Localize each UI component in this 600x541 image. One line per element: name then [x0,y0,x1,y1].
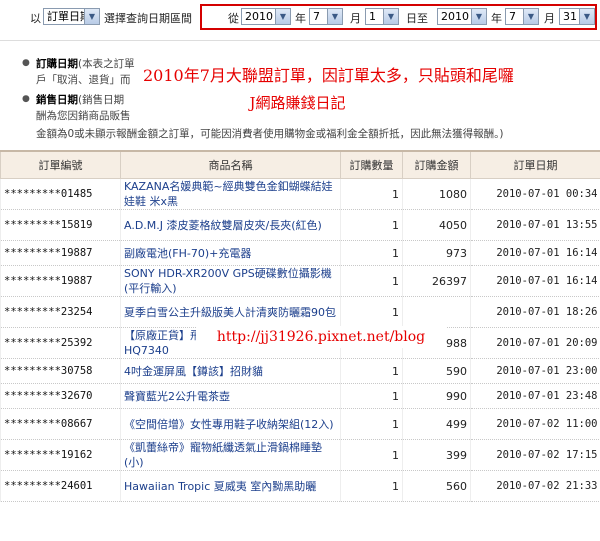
note-text: 酬為您因銷商品販售 [36,110,131,122]
col-header-date: 訂單日期 [470,150,600,179]
date-filter-bar: 以 訂單日期 ▼ 選擇查詢日期區間 從 2010 ▼ 年 7 ▼ 月 1 ▼ 日至 20… [0,0,600,36]
table-row: *********23254 夏季白雪公主升級版美人計清爽防曬霜90包 1 20… [0,296,600,328]
order-amount [402,296,471,328]
order-date: 2010-07-01 00:34 [470,178,600,210]
chevron-down-icon: ▼ [84,9,99,24]
note-text: 戶「取消、退貨」而 [36,74,131,86]
order-amount: 499 [402,408,471,440]
table-row: *********30758 4吋金運屏風【鐏該】招財貓 1 590 2010-… [0,358,600,384]
bullet-icon: ● [22,94,30,104]
note-text: 金額為0或未顯示報酬金額之訂單，可能因消費者使用購物金或福利金全額折抵，因此無法… [36,128,504,140]
order-date: 2010-07-01 18:26 [470,296,600,328]
product-link[interactable]: 4吋金運屏風【鐏該】招財貓 [120,358,341,384]
order-qty: 1 [340,178,403,210]
note-text: (本表之訂單 [78,58,135,70]
order-qty: 1 [340,296,403,328]
order-amount: 4050 [402,209,471,241]
order-amount: 590 [402,358,471,384]
overlay-blog-name: J網路賺錢日記 [150,90,445,116]
order-qty: 1 [340,383,403,409]
product-link[interactable]: 副廠電池(FH-70)+充電器 [120,240,341,266]
order-id: *********32670 [0,383,121,409]
order-id: *********19887 [0,240,121,266]
product-link[interactable]: 《空間倍增》女性專用鞋子收納架組(12入) [120,408,341,440]
table-row: *********32670 聲寶藍光2公升電茶壺 1 990 2010-07-… [0,383,600,409]
order-qty: 1 [340,265,403,297]
divider [0,40,600,41]
table-row: *********24601 Hawaiian Tropic 夏威夷 室內黝黑助… [0,470,600,502]
col-header-product: 商品名稱 [120,150,341,179]
order-date: 2010-07-01 16:14 [470,265,600,297]
table-row: *********19162 《凱蕾絲帝》寵物紙纖透氣止滑鍋棉睡墊(小) 1 3… [0,439,600,471]
order-id: *********24601 [0,470,121,502]
order-id: *********30758 [0,358,121,384]
order-id: *********25392 [0,327,121,359]
note-title-sales-date: 銷售日期 [36,94,78,106]
col-header-order-id: 訂單編號 [0,150,121,179]
order-type-select[interactable]: 訂單日期 ▼ [43,8,100,25]
col-header-qty: 訂購數量 [340,150,403,179]
range-label: 選擇查詢日期區間 [104,12,192,25]
order-id: *********01485 [0,178,121,210]
product-link[interactable]: Hawaiian Tropic 夏威夷 室內黝黑助曬 [120,470,341,502]
order-date: 2010-07-01 13:55 [470,209,600,241]
note-title-order-date: 訂購日期 [36,58,78,70]
order-date: 2010-07-01 23:48 [470,383,600,409]
order-date: 2010-07-02 11:00 [470,408,600,440]
order-qty: 1 [340,209,403,241]
order-date: 2010-07-02 21:33 [470,470,600,502]
order-amount: 1080 [402,178,471,210]
product-link[interactable]: A.D.M.J 漆皮菱格紋雙層皮夾/長夾(紅色) [120,209,341,241]
order-id: *********15819 [0,209,121,241]
order-date: 2010-07-02 17:15 [470,439,600,471]
order-amount: 26397 [402,265,471,297]
product-link[interactable]: 《凱蕾絲帝》寵物紙纖透氣止滑鍋棉睡墊(小) [120,439,341,471]
overlay-headline: 2010年7月大聯盟訂單，因訂單太多，只貼頭和尾囉 [137,62,559,90]
bullet-icon: ● [22,58,30,68]
table-row: *********01485 KAZANA名媛典範~經典雙色金釦蝴蝶結娃娃鞋 米… [0,178,600,210]
order-id: *********23254 [0,296,121,328]
product-link[interactable]: 夏季白雪公主升級版美人計清爽防曬霜90包 [120,296,341,328]
order-date: 2010-07-01 23:00 [470,358,600,384]
table-row: *********19887 SONY HDR-XR200V GPS硬碟數位攝影… [0,265,600,297]
order-qty: 1 [340,439,403,471]
order-date: 2010-07-01 20:09 [470,327,600,359]
order-qty: 1 [340,358,403,384]
product-link[interactable]: SONY HDR-XR200V GPS硬碟數位攝影機(平行輸入) [120,265,341,297]
table-row: *********19887 副廠電池(FH-70)+充電器 1 973 201… [0,240,600,266]
order-qty: 1 [340,240,403,266]
product-link[interactable]: 聲寶藍光2公升電茶壺 [120,383,341,409]
table-row: *********15819 A.D.M.J 漆皮菱格紋雙層皮夾/長夾(紅色) … [0,209,600,241]
order-id: *********19887 [0,265,121,297]
order-amount: 399 [402,439,471,471]
table-header-row: 訂單編號 商品名稱 訂購數量 訂購金額 訂單日期 [0,150,600,179]
order-date: 2010-07-01 16:14 [470,240,600,266]
filter-prefix: 以 [30,12,41,25]
highlight-box [200,4,597,30]
order-amount: 973 [402,240,471,266]
note-text: (銷售日期 [78,94,125,106]
order-amount: 560 [402,470,471,502]
order-qty: 1 [340,408,403,440]
order-id: *********19162 [0,439,121,471]
overlay-url: http://jj31926.pixnet.net/blog [196,326,446,348]
order-id: *********08667 [0,408,121,440]
col-header-amount: 訂購金額 [402,150,471,179]
order-qty: 1 [340,470,403,502]
order-amount: 990 [402,383,471,409]
table-row: *********08667 《空間倍增》女性專用鞋子收納架組(12入) 1 4… [0,408,600,440]
product-link[interactable]: KAZANA名媛典範~經典雙色金釦蝴蝶結娃娃鞋 米x黑 [120,178,341,210]
